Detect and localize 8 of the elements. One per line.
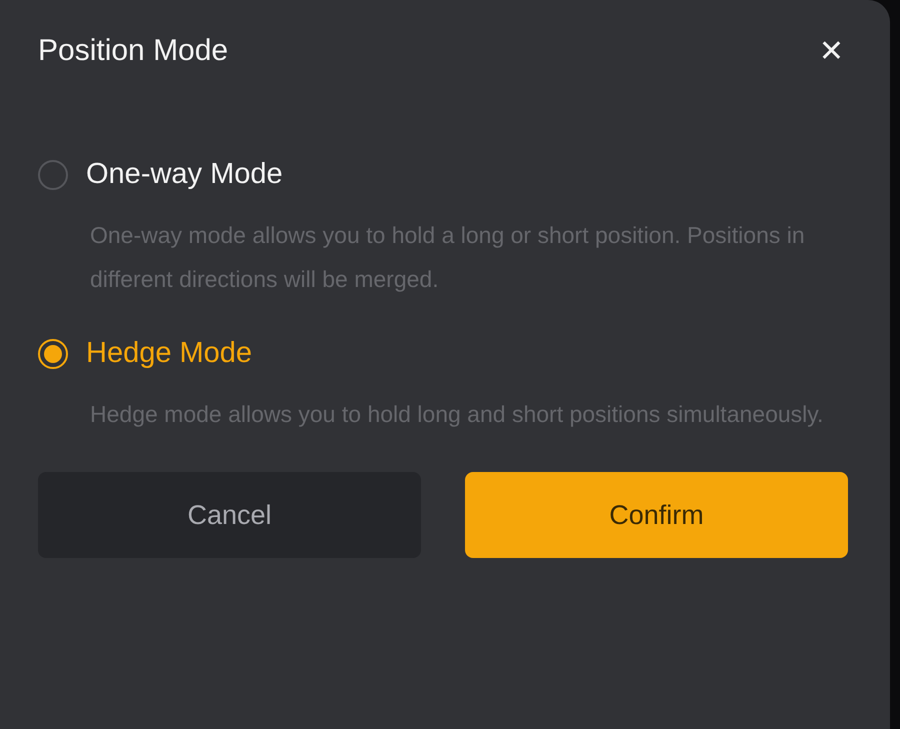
radio-button[interactable]	[38, 338, 68, 368]
confirm-button[interactable]: Confirm	[465, 472, 848, 558]
dialog-title: Position Mode	[38, 34, 228, 68]
option-label[interactable]: One-way Mode	[86, 158, 283, 191]
option-label[interactable]: Hedge Mode	[86, 337, 252, 370]
cancel-button[interactable]: Cancel	[38, 472, 421, 558]
radio-button[interactable]	[38, 160, 68, 190]
close-button[interactable]: ✕	[814, 34, 848, 68]
